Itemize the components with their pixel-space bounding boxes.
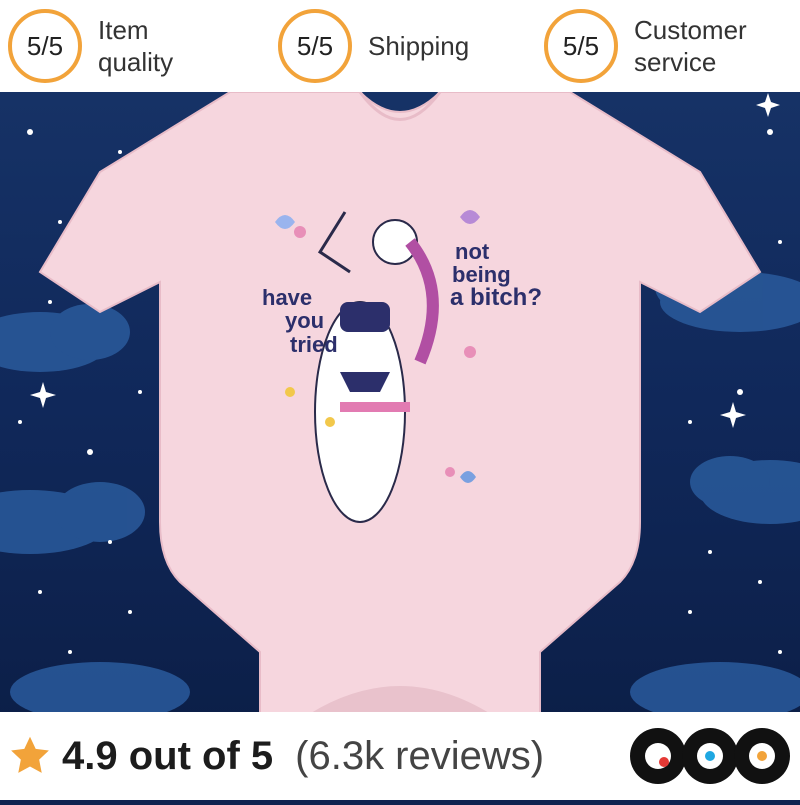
rating-label: Item quality [98, 15, 174, 77]
night-sky-background: not being a bitch? have you tried [0, 92, 800, 720]
review-summary: 4.9 out of 5 (6.3k reviews) [0, 712, 618, 800]
score-badge: 5/5 [544, 9, 618, 83]
item-quality-rating: 5/5 Item quality [8, 4, 173, 88]
pod-logo-mark [630, 728, 790, 784]
review-count: (6.3k reviews) [295, 733, 545, 778]
star-icon [11, 736, 49, 773]
print-word: tried [290, 332, 338, 357]
rating-label: Customer service [634, 15, 747, 77]
shipping-rating: 5/5 Shipping [278, 4, 469, 88]
product-image: not being a bitch? have you tried [0, 92, 800, 720]
score-badge: 5/5 [278, 9, 352, 83]
print-word: you [285, 308, 324, 333]
average-rating: 4.9 out of 5 [62, 733, 274, 778]
pod-logo [618, 712, 800, 800]
customer-service-rating: 5/5 Customer service [544, 4, 747, 88]
print-word: have [262, 285, 312, 310]
rating-header: 5/5 Item quality 5/5 Shipping 5/5 Custom… [0, 0, 800, 92]
print-word: a bitch? [450, 284, 542, 311]
rating-label: Shipping [368, 31, 470, 61]
print-word: not [455, 239, 490, 264]
score-badge: 5/5 [8, 9, 82, 83]
